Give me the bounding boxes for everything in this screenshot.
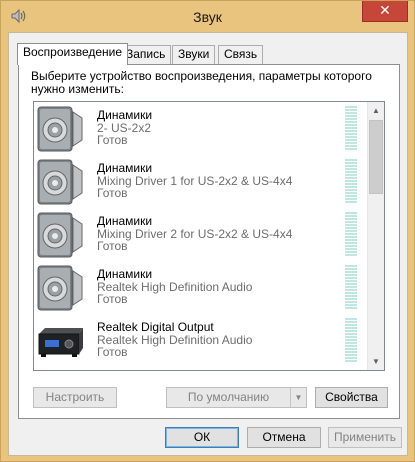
speaker-icon [37, 106, 85, 152]
volume-meter [345, 212, 357, 258]
device-status: Готов [97, 133, 128, 147]
list-item-device[interactable]: Динамики Mixing Driver 1 for US-2x2 & US… [34, 155, 367, 208]
tab-sounds[interactable]: Звуки [172, 45, 216, 64]
device-name: Динамики [97, 267, 153, 281]
device-list-scrollbar[interactable]: ▲ ▼ [367, 102, 384, 370]
speaker-icon [37, 212, 85, 258]
device-name: Динамики [97, 108, 153, 122]
volume-meter [345, 106, 357, 152]
tab-playback[interactable]: Воспроизведение [17, 43, 129, 65]
apply-button[interactable]: Применить [328, 427, 402, 448]
device-status: Готов [97, 186, 128, 200]
list-item-device[interactable]: Динамики 2- US-2x2 Готов [34, 102, 367, 155]
tab-communications[interactable]: Связь [218, 45, 264, 64]
set-default-label: По умолчанию [187, 390, 270, 404]
digital-receiver-icon [37, 318, 85, 364]
device-name: Realtek Digital Output [97, 320, 214, 334]
playback-panel: Выберите устройство воспроизведения, пар… [18, 64, 400, 419]
speaker-icon [37, 265, 85, 311]
close-icon: ✕ [379, 2, 391, 18]
list-item-device[interactable]: Realtek Digital Output Realtek High Defi… [34, 314, 367, 367]
volume-meter [345, 318, 357, 364]
scroll-thumb[interactable] [369, 120, 383, 194]
configure-button[interactable]: Настроить [33, 387, 117, 408]
list-item-device[interactable]: Динамики Realtek High Definition Audio Г… [34, 261, 367, 314]
title-bar[interactable]: Звук ✕ [1, 1, 414, 31]
device-name: Динамики [97, 214, 153, 228]
partial-device-icon [38, 370, 84, 371]
device-status: Готов [97, 292, 128, 306]
device-list[interactable]: Динамики 2- US-2x2 Готов Динамики Mixing… [33, 101, 385, 371]
device-name: Динамики [97, 161, 153, 175]
list-item-device[interactable]: Динамики Mixing Driver 2 for US-2x2 & US… [34, 208, 367, 261]
device-status: Готов [97, 345, 128, 359]
chevron-down-icon[interactable]: ▼ [290, 388, 306, 407]
instruction-text: Выберите устройство воспроизведения, пар… [31, 69, 372, 96]
ok-button[interactable]: ОК [165, 427, 239, 448]
volume-meter [345, 159, 357, 205]
device-status: Готов [97, 239, 128, 253]
scroll-down-arrow-icon[interactable]: ▼ [368, 353, 384, 370]
scroll-up-arrow-icon[interactable]: ▲ [368, 102, 384, 119]
properties-button[interactable]: Свойства [315, 387, 388, 408]
dialog-client-area: Воспроизведение Запись Звуки Связь Выбер… [8, 32, 408, 456]
speaker-icon [37, 159, 85, 205]
volume-meter [345, 265, 357, 311]
sound-dialog-window: Звук ✕ Воспроизведение Запись Звуки Связ… [0, 0, 415, 462]
close-button[interactable]: ✕ [362, 1, 408, 22]
set-default-button[interactable]: По умолчанию ▼ [166, 387, 307, 408]
list-item-partial[interactable] [34, 370, 367, 371]
cancel-button[interactable]: Отмена [247, 427, 321, 448]
window-title: Звук [193, 9, 222, 25]
